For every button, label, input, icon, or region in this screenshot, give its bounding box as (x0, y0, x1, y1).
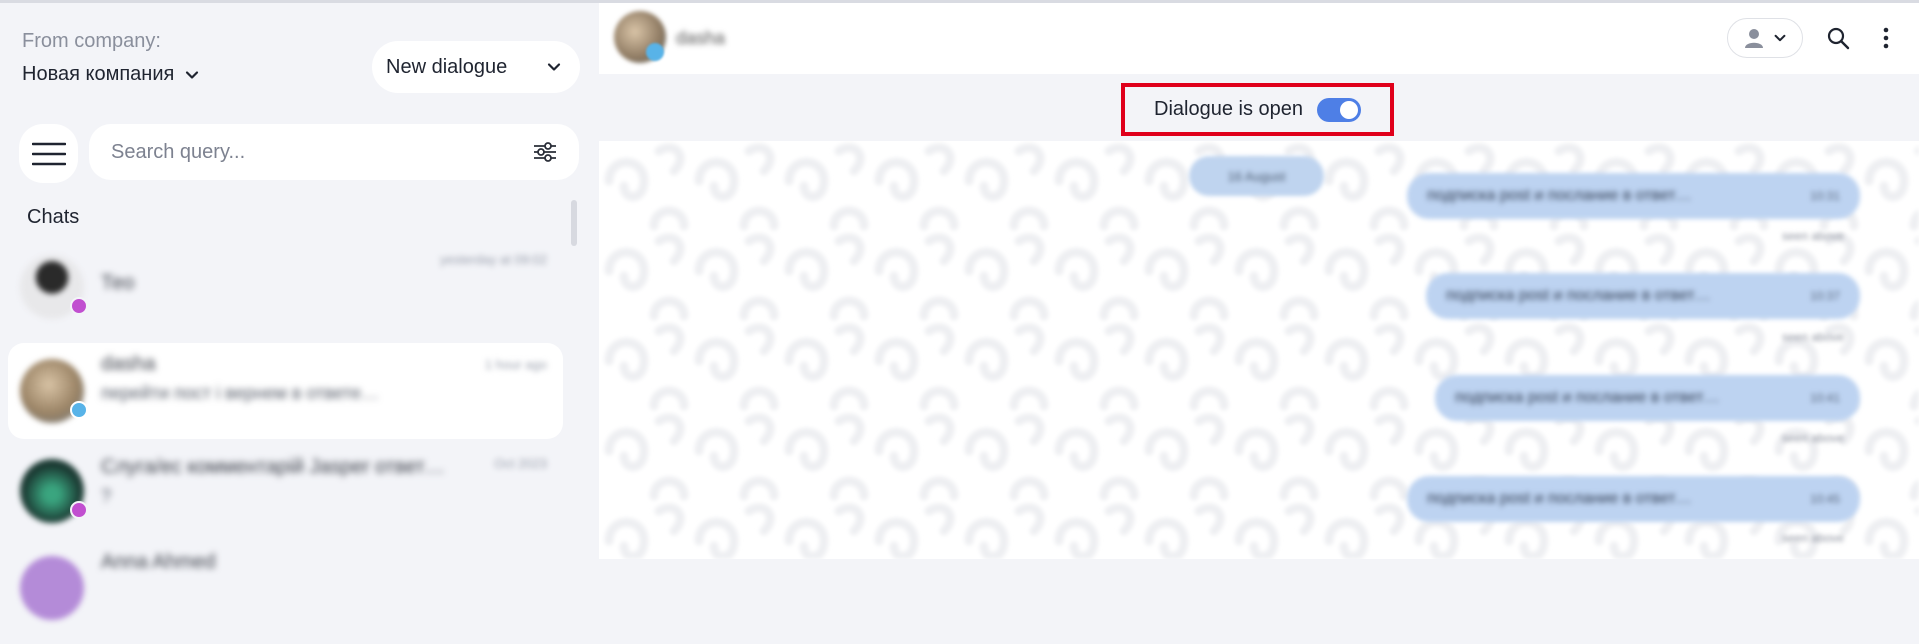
chat-name: Слуга/ес комментарій Jasper ответ… (101, 456, 445, 478)
menu-button[interactable] (19, 124, 78, 183)
more-options-button[interactable] (1871, 23, 1901, 53)
message-time: 10:37 (1809, 289, 1840, 303)
chat-avatar (20, 556, 84, 620)
message-text: подписка post и послание в ответ… (1427, 187, 1692, 204)
chat-preview: ? (101, 486, 112, 506)
search-input[interactable] (111, 140, 533, 164)
message-text: подписка post и послание в ответ… (1427, 490, 1692, 507)
search-button[interactable] (1823, 23, 1853, 53)
contact-name[interactable]: dasha (676, 28, 725, 49)
dialogue-status-bar: Dialogue is open (599, 74, 1919, 141)
message-status: seen above (1782, 229, 1845, 243)
chat-list-item[interactable]: dasha перейти пост і вернем в ответе… 1 … (8, 343, 563, 439)
from-company-label: From company: (22, 30, 161, 52)
dialogue-status-highlight: Dialogue is open (1121, 83, 1394, 136)
message-text: подписка post и послание в ответ… (1455, 389, 1720, 406)
chat-list-scrollbar[interactable] (571, 200, 577, 246)
chats-heading: Chats (27, 206, 80, 228)
message-time: 10:31 (1809, 189, 1840, 203)
telegram-badge-icon (70, 401, 88, 419)
chat-area: dasha Dialogue is open 16 August подписк… (599, 3, 1919, 559)
chat-list-item[interactable]: Anna Ahmed (8, 548, 563, 644)
chat-header: dasha (599, 3, 1919, 73)
chat-name: Anna Ahmed (101, 551, 216, 573)
filter-sliders-icon[interactable] (533, 141, 557, 163)
message-text: подписка post и послание в ответ… (1446, 287, 1711, 304)
message-time: 10:45 (1809, 492, 1840, 506)
dialogue-open-toggle[interactable] (1317, 97, 1361, 122)
message-bubble[interactable]: подписка post и послание в ответ… 10:45 (1407, 476, 1860, 522)
hamburger-menu-icon (31, 142, 66, 165)
assignee-selector[interactable] (1727, 18, 1803, 58)
telegram-badge-icon (646, 43, 664, 61)
chat-list-item[interactable]: Тео yesterday at 09:02 (8, 239, 563, 335)
message-status: seen above (1782, 431, 1845, 445)
message-bubble[interactable]: подписка post и послание в ответ… 10:37 (1426, 273, 1860, 319)
instagram-badge-icon (70, 297, 88, 315)
company-name: Новая компания (22, 63, 175, 85)
chat-name: dasha (101, 353, 156, 375)
chevron-down-icon (186, 70, 199, 79)
chevron-down-icon (547, 63, 561, 71)
company-selector[interactable]: Новая компания (22, 63, 200, 86)
message-bubble[interactable]: подписка post и послание в ответ… 10:41 (1435, 375, 1860, 421)
chat-time: 1 hour ago (484, 357, 547, 372)
user-icon (1745, 29, 1763, 48)
chat-time: yesterday at 09:02 (440, 252, 547, 267)
dialogue-status-label: Dialogue is open (1154, 98, 1303, 120)
chevron-down-icon (1774, 34, 1786, 42)
instagram-badge-icon (70, 501, 88, 519)
search-icon (1827, 27, 1850, 50)
new-dialogue-button[interactable]: New dialogue (372, 41, 580, 93)
message-history[interactable]: 16 August подписка post и послание в отв… (599, 141, 1919, 559)
sidebar: From company: Новая компания New dialogu… (0, 3, 596, 620)
new-dialogue-label: New dialogue (386, 55, 508, 78)
more-vertical-icon (1883, 27, 1889, 49)
chat-preview: перейти пост і вернем в ответе… (101, 383, 380, 403)
message-time: 10:41 (1809, 391, 1840, 405)
chat-time: Oct 2023 (494, 456, 547, 471)
date-separator: 16 August (1189, 156, 1324, 196)
message-bubble[interactable]: подписка post и послание в ответ… 10:31 (1407, 173, 1860, 219)
message-status: seen above (1782, 531, 1845, 545)
search-box (89, 124, 579, 180)
chat-list-item[interactable]: Слуга/ес комментарій Jasper ответ… ? Oct… (8, 446, 563, 542)
chat-name: Тео (101, 272, 135, 294)
message-status: seen above (1782, 330, 1845, 344)
